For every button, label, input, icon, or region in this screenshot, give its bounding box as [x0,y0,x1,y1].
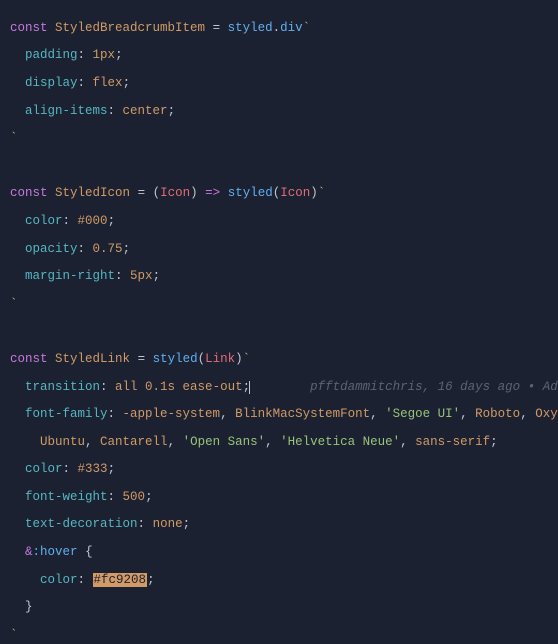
code-line: color: #333; [10,463,558,477]
code-line: ` [10,132,558,146]
code-line: transition: all 0.1s ease-out; pfftdammi… [10,381,558,395]
code-line: text-decoration: none; [10,518,558,532]
git-blame-annotation: pfftdammitchris, 16 days ago • Added pos… [310,380,558,394]
code-line: ` [10,298,558,312]
code-line: const StyledIcon = (Icon) => styled(Icon… [10,187,558,201]
code-line: const StyledBreadcrumbItem = styled.div` [10,22,558,36]
code-line: color: #000; [10,215,558,229]
code-line: margin-right: 5px; [10,270,558,284]
code-line: Ubuntu, Cantarell, 'Open Sans', 'Helveti… [10,436,558,450]
code-line: const StyledLink = styled(Link)` [10,353,558,367]
code-line: font-family: -apple-system, BlinkMacSyst… [10,408,558,422]
code-editor[interactable]: const StyledBreadcrumbItem = styled.div`… [0,0,558,644]
code-line: font-weight: 500; [10,491,558,505]
code-line: &:hover { [10,546,558,560]
code-line: display: flex; [10,77,558,91]
code-line: } [10,601,558,615]
cursor [249,381,250,394]
code-line: padding: 1px; [10,49,558,63]
code-line: align-items: center; [10,105,558,119]
code-line: color: #fc9208; [10,574,558,588]
code-line: ` [10,629,558,643]
highlighted-value: #fc9208 [93,573,148,587]
code-line: opacity: 0.75; [10,243,558,257]
